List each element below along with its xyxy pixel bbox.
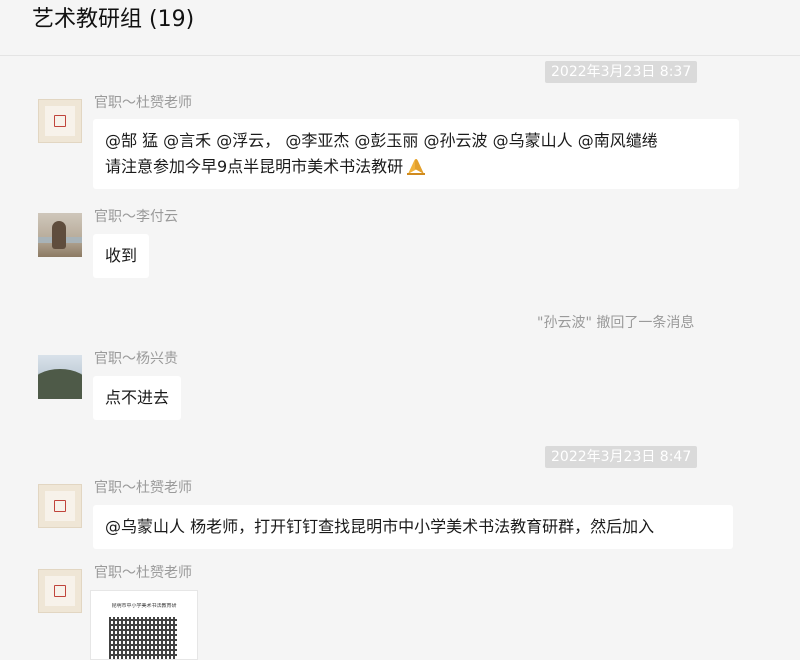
sender-name[interactable]: 官职～杨兴贵 bbox=[94, 350, 178, 368]
message-bubble[interactable]: 点不进去 bbox=[93, 376, 182, 420]
message-text: 点不进去 bbox=[105, 388, 170, 407]
message-bubble[interactable]: @乌蒙山人 杨老师，打开钉钉查找昆明市中小学美术书法教育研群，然后加入 bbox=[93, 505, 733, 549]
message-list[interactable]: 2022年3月23日 8:37 官职～杜赟老师 @郜 猛 @言禾 @浮云， @李… bbox=[0, 56, 800, 660]
image-caption: 昆明市中小学美术书法教育研 bbox=[111, 603, 177, 609]
message-text: 收到 bbox=[105, 246, 138, 265]
timestamp: 2022年3月23日 8:37 bbox=[545, 61, 698, 83]
avatar[interactable] bbox=[38, 569, 82, 613]
qr-code-icon bbox=[109, 617, 177, 659]
avatar[interactable] bbox=[38, 213, 82, 257]
chat-header: 艺术教研组 (19) bbox=[0, 0, 800, 56]
image-message[interactable]: 昆明市中小学美术书法教育研 bbox=[90, 590, 198, 660]
message-text: 请注意参加今早9点半昆明市美术书法教研 bbox=[105, 157, 404, 176]
sender-name[interactable]: 官职～杜赟老师 bbox=[94, 479, 192, 497]
sender-name[interactable]: 官职～杜赟老师 bbox=[94, 564, 192, 582]
message-text-line: 请注意参加今早9点半昆明市美术书法教研 bbox=[105, 154, 727, 180]
avatar[interactable] bbox=[38, 99, 82, 143]
person-photo-icon bbox=[52, 221, 66, 249]
avatar[interactable] bbox=[38, 355, 82, 399]
timestamp: 2022年3月23日 8:47 bbox=[545, 446, 698, 468]
message-bubble[interactable]: 收到 bbox=[93, 234, 150, 278]
landscape-photo-icon bbox=[38, 369, 82, 399]
sender-name[interactable]: 官职～杜赟老师 bbox=[94, 94, 192, 112]
message-bubble[interactable]: @郜 猛 @言禾 @浮云， @李亚杰 @彭玉丽 @孙云波 @乌蒙山人 @南风缱绻… bbox=[93, 119, 739, 189]
seal-stamp-icon bbox=[45, 106, 75, 136]
seal-stamp-icon bbox=[45, 576, 75, 606]
recall-notice: "孙云波" 撤回了一条消息 bbox=[537, 315, 695, 331]
message-text-line: @郜 猛 @言禾 @浮云， @李亚杰 @彭玉丽 @孙云波 @乌蒙山人 @南风缱绻 bbox=[105, 131, 658, 150]
chat-title: 艺术教研组 (19) bbox=[32, 7, 195, 32]
folded-hands-emoji-icon bbox=[407, 159, 426, 175]
seal-stamp-icon bbox=[45, 491, 75, 521]
sender-name[interactable]: 官职～李付云 bbox=[94, 208, 178, 226]
message-text: @乌蒙山人 杨老师，打开钉钉查找昆明市中小学美术书法教育研群，然后加入 bbox=[105, 517, 655, 536]
avatar[interactable] bbox=[38, 484, 82, 528]
